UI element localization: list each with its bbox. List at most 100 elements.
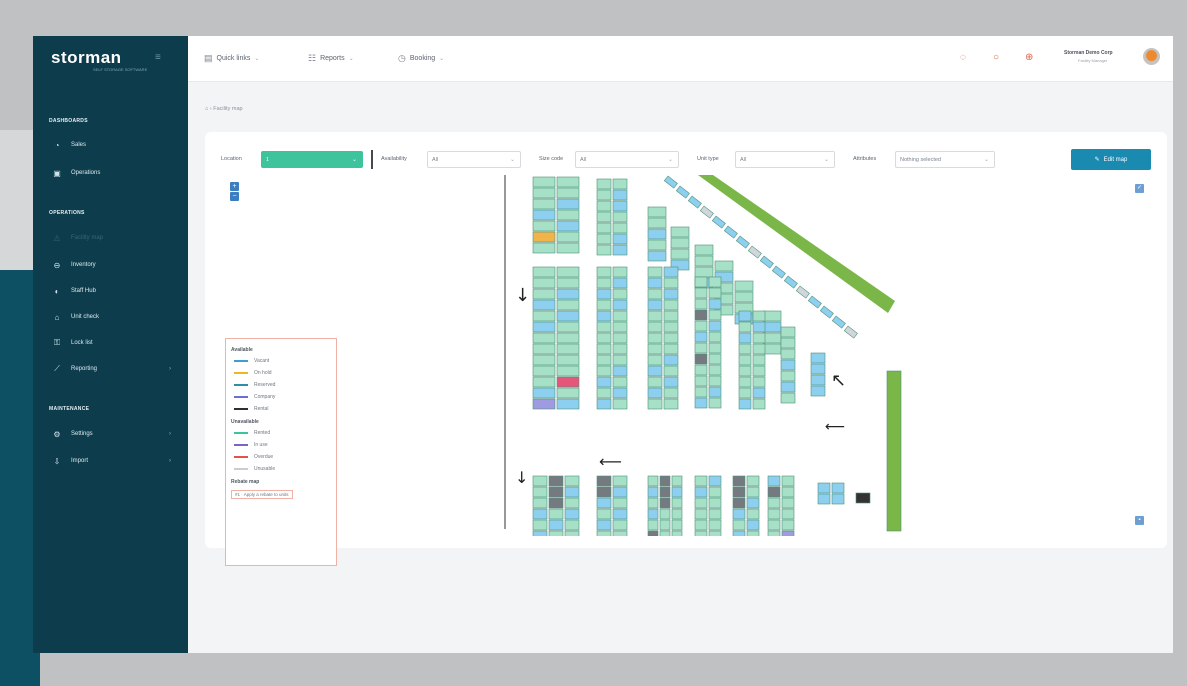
storage-unit[interactable] [767,508,781,520]
storage-unit[interactable] [714,260,734,272]
storage-unit[interactable] [708,508,722,520]
storage-unit[interactable] [532,198,556,210]
storage-unit[interactable] [596,519,612,531]
attributes-select[interactable]: Nothing selected ⌄ [895,151,995,168]
storage-unit[interactable] [647,497,659,509]
availability-select[interactable]: All ⌄ [427,151,521,168]
sidebar-item-facility-map[interactable]: ⚠ Facility map [51,231,181,245]
storage-unit[interactable] [781,530,795,536]
storage-unit[interactable] [556,343,580,355]
storage-unit[interactable] [752,376,766,388]
storage-unit[interactable] [694,287,708,299]
storage-unit[interactable] [663,387,679,399]
storage-unit[interactable] [596,200,612,212]
storage-unit[interactable] [647,217,667,229]
storage-unit[interactable] [612,475,628,487]
storage-unit[interactable] [746,530,760,536]
storage-unit[interactable] [732,475,746,487]
storage-unit[interactable] [708,331,722,343]
storage-unit[interactable] [694,353,708,365]
storage-unit[interactable] [762,343,782,355]
storage-unit[interactable] [831,482,845,494]
storage-unit[interactable] [663,310,679,322]
storage-unit[interactable] [532,365,556,377]
booking-menu[interactable]: ◷ Booking ⌄ [398,53,444,64]
storage-unit[interactable] [647,387,663,399]
storage-unit[interactable] [596,189,612,201]
storage-unit[interactable] [738,376,752,388]
storage-unit[interactable] [612,519,628,531]
storage-unit[interactable] [694,386,708,398]
storage-unit[interactable] [738,354,752,366]
corridor-unit[interactable] [843,325,858,339]
storage-unit[interactable] [596,299,612,311]
storage-unit[interactable] [670,226,690,238]
storage-unit[interactable] [612,354,628,366]
storage-unit[interactable] [732,486,746,498]
storage-unit[interactable] [532,242,556,254]
storage-unit[interactable] [694,397,708,409]
storage-unit[interactable] [663,376,679,388]
corridor-unit[interactable] [723,225,738,239]
storage-unit[interactable] [752,310,766,322]
storage-unit[interactable] [647,519,659,531]
corridor-unit[interactable] [675,185,690,199]
storage-unit[interactable] [556,354,580,366]
storage-unit[interactable] [647,332,663,344]
storage-unit[interactable] [694,475,708,487]
storage-unit[interactable] [596,530,612,536]
storage-unit[interactable] [659,508,671,520]
storage-unit[interactable] [663,332,679,344]
storage-unit[interactable] [694,298,708,310]
storage-unit[interactable] [548,475,564,487]
storage-unit[interactable] [556,365,580,377]
storage-unit[interactable] [596,497,612,509]
green-boundary-strip[interactable] [886,370,902,532]
storage-unit[interactable] [647,376,663,388]
storage-unit[interactable] [781,519,795,531]
storage-unit[interactable] [532,209,556,221]
storage-unit[interactable] [564,519,580,531]
storage-unit[interactable] [732,519,746,531]
storage-unit[interactable] [564,486,580,498]
help-icon[interactable]: ⊕ [1025,52,1033,63]
storage-unit[interactable] [596,321,612,333]
corridor-unit[interactable] [699,205,714,219]
storage-unit[interactable] [780,392,796,404]
storage-unit[interactable] [647,321,663,333]
storage-unit[interactable] [556,209,580,221]
storage-unit[interactable] [548,508,564,520]
storage-unit[interactable] [556,176,580,188]
sidebar-item-operations[interactable]: ▣ Operations [51,166,181,180]
rebate-chip[interactable]: #1 · Apply a rebate to units [231,490,293,499]
storage-unit[interactable] [612,277,628,289]
storage-unit[interactable] [746,497,760,509]
storage-unit[interactable] [647,475,659,487]
storage-unit[interactable] [780,337,796,349]
storage-unit[interactable] [694,255,714,267]
storage-unit[interactable] [694,530,708,536]
storage-unit[interactable] [659,497,671,509]
storage-unit[interactable] [556,387,580,399]
storage-unit[interactable] [781,508,795,520]
storage-unit[interactable] [671,475,683,487]
storage-unit[interactable] [596,288,612,300]
storage-unit[interactable] [532,231,556,243]
corridor-unit[interactable] [795,285,810,299]
storage-unit[interactable] [596,343,612,355]
storage-unit[interactable] [647,206,667,218]
storage-unit[interactable] [556,310,580,322]
storage-unit[interactable] [596,332,612,344]
storage-unit[interactable] [556,198,580,210]
storage-unit[interactable] [746,508,760,520]
storage-unit[interactable] [647,398,663,410]
storage-unit[interactable] [762,310,782,322]
storage-unit[interactable] [694,342,708,354]
storage-unit[interactable] [612,508,628,520]
reports-menu[interactable]: ☷ Reports ⌄ [308,53,354,64]
storage-unit[interactable] [596,211,612,223]
storage-unit[interactable] [556,299,580,311]
storage-unit[interactable] [831,493,845,505]
avatar[interactable] [1143,48,1160,65]
storage-unit[interactable] [752,354,766,366]
